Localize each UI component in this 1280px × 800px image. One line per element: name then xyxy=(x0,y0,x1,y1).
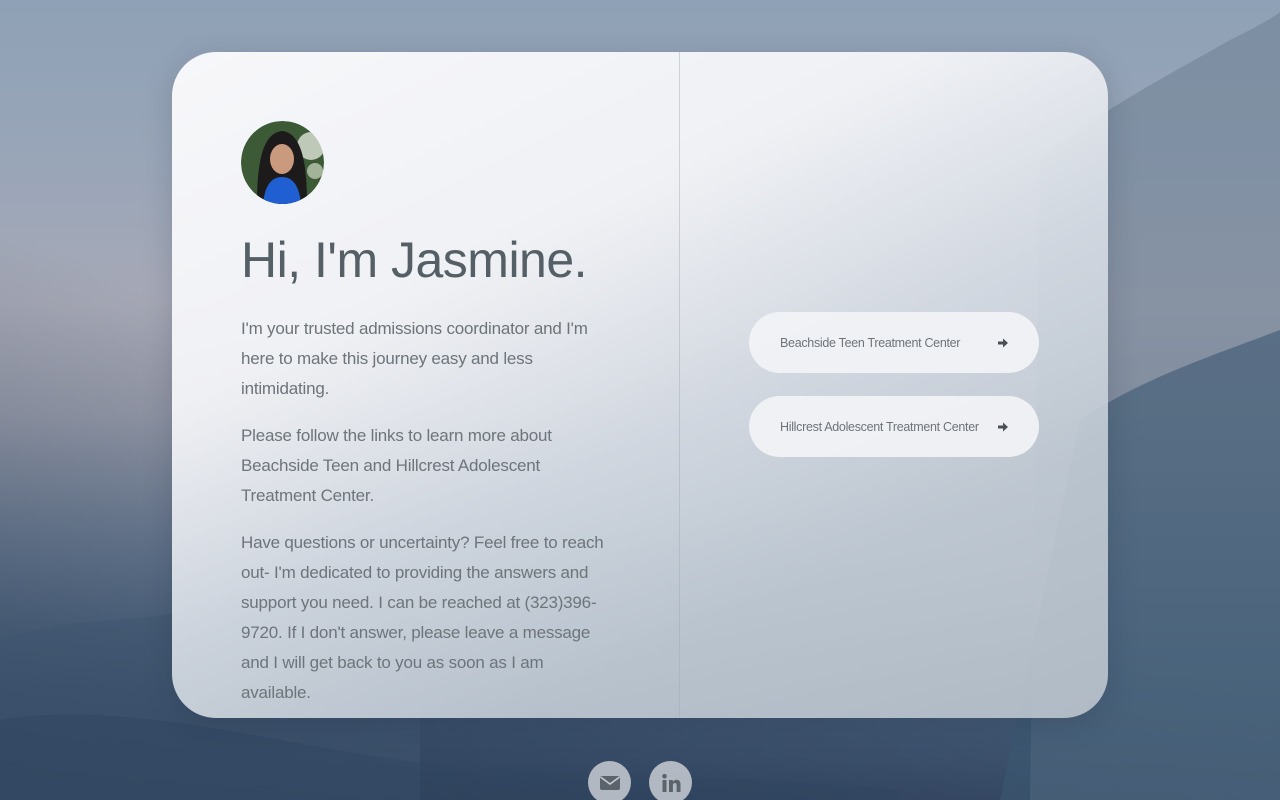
envelope-icon xyxy=(599,775,620,790)
links-info-text: Please follow the links to learn more ab… xyxy=(241,426,552,505)
contact-info-text: Have questions or uncertainty? Feel free… xyxy=(241,533,604,702)
greeting-heading: Hi, I'm Jasmine. xyxy=(241,232,588,288)
links-section: Beachside Teen Treatment Center Hillcres… xyxy=(749,312,1039,457)
link-button-label: Beachside Teen Treatment Center xyxy=(780,335,961,350)
avatar xyxy=(241,121,324,204)
email-button[interactable] xyxy=(588,761,631,800)
profile-card: Hi, I'm Jasmine. I'm your trusted admiss… xyxy=(172,52,1108,718)
link-button-label: Hillcrest Adolescent Treatment Center xyxy=(780,419,979,434)
arrow-right-icon xyxy=(998,338,1008,347)
intro-text: I'm your trusted admissions coordinator … xyxy=(241,319,588,398)
beachside-link-button[interactable]: Beachside Teen Treatment Center xyxy=(749,312,1039,373)
profile-section: Hi, I'm Jasmine. I'm your trusted admiss… xyxy=(241,121,611,708)
linkedin-icon xyxy=(661,773,680,792)
card-divider xyxy=(679,52,680,718)
linkedin-button[interactable] xyxy=(649,761,692,800)
arrow-right-icon xyxy=(998,422,1008,431)
hillcrest-link-button[interactable]: Hillcrest Adolescent Treatment Center xyxy=(749,396,1039,457)
